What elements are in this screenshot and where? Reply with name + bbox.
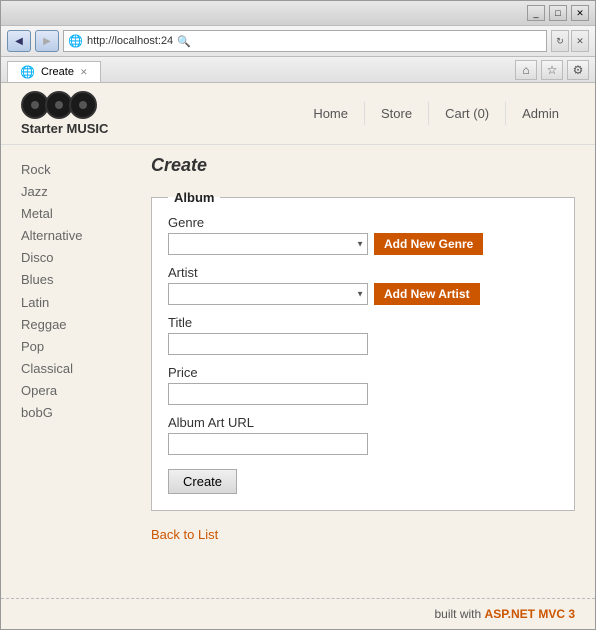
tab-label: Create [41, 66, 74, 78]
favorites-icon[interactable]: ☆ [541, 60, 563, 80]
site-title: Starter MUSIC [21, 121, 108, 136]
artist-field-row: Artist Add New Artist [168, 265, 558, 305]
add-new-artist-button[interactable]: Add New Artist [374, 283, 480, 305]
artist-select-wrapper [168, 283, 368, 305]
sidebar-item-disco[interactable]: Disco [21, 247, 121, 269]
sidebar-item-classical[interactable]: Classical [21, 358, 121, 380]
browser-tab[interactable]: 🌐 Create ✕ [7, 61, 101, 82]
logo-area: Starter MUSIC [21, 91, 108, 136]
address-bar: ◀ ▶ 🌐 http://localhost:24 🔍 ↻ ✕ [1, 26, 595, 57]
sidebar-item-opera[interactable]: Opera [21, 380, 121, 402]
add-new-genre-button[interactable]: Add New Genre [374, 233, 483, 255]
album-art-url-field-row: Album Art URL [168, 415, 558, 455]
forward-nav-button[interactable]: ▶ [35, 30, 59, 52]
price-field-row: Price [168, 365, 558, 405]
nav-admin[interactable]: Admin [505, 102, 575, 125]
genre-field-row: Genre Add New Genre [168, 215, 558, 255]
close-button[interactable]: ✕ [571, 5, 589, 21]
back-nav-button[interactable]: ◀ [7, 30, 31, 52]
footer-aspnet: ASP.NET MVC 3 [485, 607, 575, 621]
refresh-button[interactable]: ↻ [551, 30, 569, 52]
genre-select[interactable] [168, 233, 368, 255]
title-bar: _ □ ✕ [1, 1, 595, 26]
price-input[interactable] [168, 383, 368, 405]
sidebar: Rock Jazz Metal Alternative Disco Blues … [1, 155, 141, 588]
site-nav: Home Store Cart (0) Admin [297, 102, 575, 125]
main-layout: Rock Jazz Metal Alternative Disco Blues … [1, 145, 595, 598]
back-to-list-link[interactable]: Back to List [151, 527, 218, 542]
sidebar-item-metal[interactable]: Metal [21, 203, 121, 225]
sidebar-item-blues[interactable]: Blues [21, 269, 121, 291]
album-art-url-label: Album Art URL [168, 415, 558, 430]
stop-button[interactable]: ✕ [571, 30, 589, 52]
genre-select-wrapper [168, 233, 368, 255]
sidebar-item-rock[interactable]: Rock [21, 159, 121, 181]
settings-icon[interactable]: ⚙ [567, 60, 589, 80]
tab-bar: 🌐 Create ✕ ⌂ ☆ ⚙ [1, 57, 595, 83]
sidebar-item-reggae[interactable]: Reggae [21, 314, 121, 336]
title-label: Title [168, 315, 558, 330]
genre-inline: Add New Genre [168, 233, 558, 255]
sidebar-item-jazz[interactable]: Jazz [21, 181, 121, 203]
artist-select[interactable] [168, 283, 368, 305]
page-heading: Create [151, 155, 575, 176]
album-fieldset: Album Genre Add New Genre [151, 190, 575, 511]
page-icon: 🌐 [68, 34, 83, 48]
price-label: Price [168, 365, 558, 380]
nav-home[interactable]: Home [297, 102, 364, 125]
record-icon-3 [69, 91, 97, 119]
create-submit-button[interactable]: Create [168, 469, 237, 494]
page-content: Starter MUSIC Home Store Cart (0) Admin … [1, 83, 595, 629]
url-search-icon: 🔍 [177, 35, 191, 48]
url-text: http://localhost:24 [87, 35, 173, 47]
content-area: Create Album Genre Add New Genre [141, 155, 595, 588]
page-footer: built with ASP.NET MVC 3 [1, 598, 595, 629]
artist-inline: Add New Artist [168, 283, 558, 305]
artist-label: Artist [168, 265, 558, 280]
title-input[interactable] [168, 333, 368, 355]
minimize-button[interactable]: _ [527, 5, 545, 21]
home-icon[interactable]: ⌂ [515, 60, 537, 80]
footer-text: built with [435, 607, 485, 621]
logo-records [21, 91, 108, 119]
fieldset-legend: Album [168, 190, 220, 205]
tab-close-button[interactable]: ✕ [80, 67, 88, 78]
browser-window: _ □ ✕ ◀ ▶ 🌐 http://localhost:24 🔍 ↻ ✕ 🌐 … [0, 0, 596, 630]
nav-cart[interactable]: Cart (0) [428, 102, 505, 125]
nav-store[interactable]: Store [364, 102, 428, 125]
tab-favicon: 🌐 [20, 65, 35, 79]
sidebar-item-alternative[interactable]: Alternative [21, 225, 121, 247]
sidebar-item-bobg[interactable]: bobG [21, 402, 121, 424]
album-art-url-input[interactable] [168, 433, 368, 455]
address-actions: ↻ ✕ [551, 30, 589, 52]
toolbar-right: ⌂ ☆ ⚙ [515, 60, 589, 82]
title-field-row: Title [168, 315, 558, 355]
sidebar-item-pop[interactable]: Pop [21, 336, 121, 358]
sidebar-item-latin[interactable]: Latin [21, 292, 121, 314]
site-header: Starter MUSIC Home Store Cart (0) Admin [1, 83, 595, 145]
genre-label: Genre [168, 215, 558, 230]
maximize-button[interactable]: □ [549, 5, 567, 21]
url-bar[interactable]: 🌐 http://localhost:24 🔍 [63, 30, 547, 52]
